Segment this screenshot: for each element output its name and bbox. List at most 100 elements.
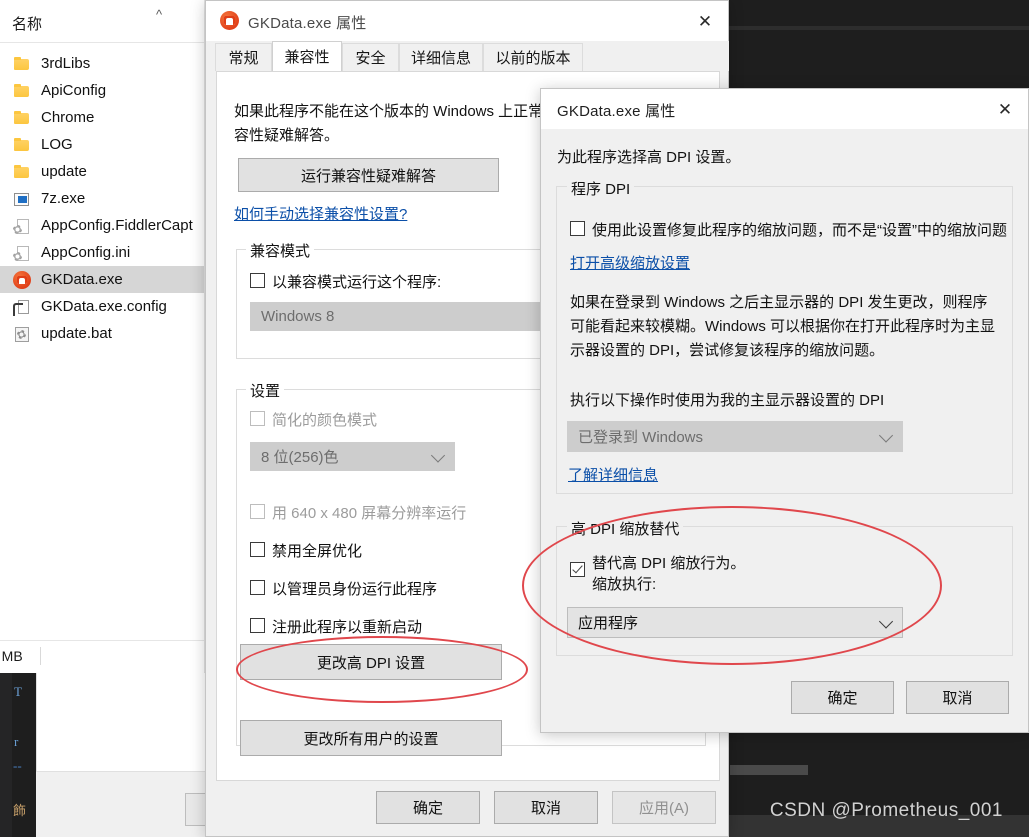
dpi-ok-button[interactable]: 确定 bbox=[791, 681, 894, 714]
register-restart-checkbox[interactable] bbox=[250, 618, 265, 633]
wrench-file-icon bbox=[13, 298, 31, 316]
program-dpi-legend: 程序 DPI bbox=[567, 178, 635, 199]
file-list-item[interactable]: GKData.exe.config bbox=[0, 293, 204, 320]
gkdata-app-icon bbox=[13, 270, 31, 289]
tab-general-label: 常规 bbox=[228, 50, 259, 67]
register-restart-label: 注册此程序以重新启动 bbox=[272, 619, 423, 636]
run-compat-mode-checkbox-row[interactable]: 以兼容模式运行这个程序: bbox=[250, 271, 441, 292]
properties-apply-label: 应用(A) bbox=[639, 800, 689, 817]
properties-cancel-button[interactable]: 取消 bbox=[494, 791, 598, 824]
run-compat-mode-label: 以兼容模式运行这个程序: bbox=[272, 274, 442, 291]
override-scaling-label-line1: 替代高 DPI 缩放行为。 bbox=[592, 555, 746, 572]
file-list-item[interactable]: AppConfig.ini bbox=[0, 239, 204, 266]
override-scaling-label-block: 替代高 DPI 缩放行为。 缩放执行: bbox=[592, 553, 745, 595]
gkdata-app-icon bbox=[220, 11, 239, 30]
properties-cancel-label: 取消 bbox=[530, 800, 561, 817]
file-list-item-label: GKData.exe.config bbox=[41, 298, 167, 315]
close-icon[interactable]: ✕ bbox=[682, 1, 728, 41]
properties-dialog-title: GKData.exe 属性 bbox=[248, 15, 367, 32]
folder-icon bbox=[13, 109, 31, 127]
file-list-item[interactable]: LOG bbox=[0, 131, 204, 158]
scaling-performed-by-select[interactable]: 应用程序 bbox=[567, 607, 903, 638]
run-640x480-row[interactable]: 用 640 x 480 屏幕分辨率运行 bbox=[250, 502, 466, 523]
dpi-desc-line1: 如果在登录到 Windows 之后主显示器的 DPI 发生更改，则程序 bbox=[570, 294, 988, 311]
run-troubleshooter-label: 运行兼容性疑难解答 bbox=[300, 167, 436, 185]
override-legend: 高 DPI 缩放替代 bbox=[567, 518, 684, 539]
color-depth-select[interactable]: 8 位(256)色 bbox=[250, 442, 455, 471]
override-scaling-checkbox[interactable] bbox=[570, 562, 585, 577]
background-dark-chunk bbox=[730, 765, 808, 775]
properties-apply-button[interactable]: 应用(A) bbox=[612, 791, 716, 824]
advanced-scaling-link[interactable]: 打开高级缩放设置 bbox=[570, 252, 690, 273]
file-list-item-label: AppConfig.ini bbox=[41, 244, 131, 261]
learn-more-link[interactable]: 了解详细信息 bbox=[568, 464, 658, 485]
primary-display-dpi-select[interactable]: 已登录到 Windows bbox=[567, 421, 903, 452]
change-dpi-settings-button[interactable]: 更改高 DPI 设置 bbox=[240, 644, 502, 680]
file-list-item-label: GKData.exe bbox=[41, 271, 123, 288]
batch-file-icon bbox=[13, 325, 31, 343]
file-list-item-label: 3rdLibs bbox=[41, 55, 91, 72]
file-list-item[interactable]: Chrome bbox=[0, 104, 204, 131]
chevron-up-icon[interactable]: ^ bbox=[156, 8, 162, 21]
chevron-down-icon bbox=[878, 613, 894, 629]
disable-fullscreen-opt-row[interactable]: 禁用全屏优化 bbox=[250, 540, 362, 561]
file-list-item[interactable]: GKData.exe bbox=[0, 266, 204, 293]
tab-previous-versions[interactable]: 以前的版本 bbox=[483, 43, 583, 71]
tab-compatibility[interactable]: 兼容性 bbox=[272, 41, 342, 71]
register-restart-row[interactable]: 注册此程序以重新启动 bbox=[250, 616, 422, 637]
high-dpi-settings-dialog: GKData.exe 属性 ✕ 为此程序选择高 DPI 设置。 程序 DPI 使… bbox=[540, 88, 1029, 733]
close-icon[interactable]: ✕ bbox=[982, 89, 1028, 129]
dpi-cancel-label: 取消 bbox=[942, 690, 973, 707]
properties-ok-button[interactable]: 确定 bbox=[376, 791, 480, 824]
change-all-users-settings-label: 更改所有用户的设置 bbox=[303, 730, 439, 748]
tab-details[interactable]: 详细信息 bbox=[399, 43, 483, 71]
screen: T r -- 飾 名称 ^ 3rdLibs ApiConfig Chrome LOG u… bbox=[0, 0, 1029, 837]
dpi-ok-label: 确定 bbox=[827, 690, 858, 707]
override-scaling-row[interactable]: 替代高 DPI 缩放行为。 缩放执行: bbox=[570, 553, 745, 595]
file-list-item[interactable]: update bbox=[0, 158, 204, 185]
file-list-item-label: 7z.exe bbox=[41, 190, 86, 207]
chevron-down-icon bbox=[878, 427, 894, 443]
tab-compatibility-label: 兼容性 bbox=[284, 49, 330, 66]
run-as-admin-row[interactable]: 以管理员身份运行此程序 bbox=[250, 578, 437, 599]
run-640x480-checkbox[interactable] bbox=[250, 504, 265, 519]
status-divider bbox=[40, 647, 41, 665]
run-compat-mode-checkbox[interactable] bbox=[250, 273, 265, 288]
rail-glyph-2: r bbox=[14, 734, 19, 749]
file-list-item-label: update bbox=[41, 163, 87, 180]
file-list-item[interactable]: AppConfig.FiddlerCapt bbox=[0, 212, 204, 239]
change-all-users-settings-button[interactable]: 更改所有用户的设置 bbox=[240, 720, 502, 756]
dpi-desc-line2: 可能看起来较模糊。Windows 可以根据你在打开此程序时为主显 bbox=[570, 318, 996, 335]
file-list-item[interactable]: update.bat bbox=[0, 320, 204, 347]
run-as-admin-checkbox[interactable] bbox=[250, 580, 265, 595]
file-list-item[interactable]: 3rdLibs bbox=[0, 50, 204, 77]
tab-general[interactable]: 常规 bbox=[215, 43, 272, 71]
scaling-performed-by-value: 应用程序 bbox=[578, 615, 639, 632]
run-640x480-label: 用 640 x 480 屏幕分辨率运行 bbox=[272, 505, 467, 522]
run-compatibility-troubleshooter-button[interactable]: 运行兼容性疑难解答 bbox=[238, 158, 499, 192]
reduced-color-mode-row[interactable]: 简化的颜色模式 bbox=[250, 409, 377, 430]
use-this-setting-checkbox[interactable] bbox=[570, 221, 585, 236]
override-scaling-label-line2: 缩放执行: bbox=[592, 576, 657, 593]
color-depth-value: 8 位(256)色 bbox=[261, 449, 339, 466]
properties-tabstrip: 常规 兼容性 安全 详细信息 以前的版本 bbox=[207, 41, 729, 71]
intro-text-line2: 容性疑难解答。 bbox=[234, 127, 340, 144]
tab-security-label: 安全 bbox=[355, 50, 386, 67]
rail-glyph-1: T bbox=[14, 684, 22, 699]
file-list-item-label: AppConfig.FiddlerCapt bbox=[41, 217, 193, 234]
disable-fullscreen-opt-checkbox[interactable] bbox=[250, 542, 265, 557]
file-list-item[interactable]: 7z.exe bbox=[0, 185, 204, 212]
watermark-text: CSDN @Prometheus_001 bbox=[769, 800, 1003, 821]
rail-glyph-4: 飾 bbox=[13, 803, 27, 818]
column-header-name[interactable]: 名称 bbox=[12, 13, 42, 34]
dpi-cancel-button[interactable]: 取消 bbox=[906, 681, 1009, 714]
dpi-dialog-titlebar: GKData.exe 属性 ✕ bbox=[541, 89, 1028, 129]
file-explorer-pane: 名称 ^ 3rdLibs ApiConfig Chrome LOG update 7z.e… bbox=[0, 0, 205, 673]
use-this-setting-row[interactable]: 使用此设置修复此程序的缩放问题，而不是“设置”中的缩放问题 bbox=[570, 219, 1007, 240]
tab-security[interactable]: 安全 bbox=[342, 43, 399, 71]
status-size-text: 4 MB bbox=[0, 648, 23, 664]
file-list-item[interactable]: ApiConfig bbox=[0, 77, 204, 104]
folder-icon bbox=[13, 136, 31, 154]
manual-compatibility-link[interactable]: 如何手动选择兼容性设置? bbox=[234, 203, 407, 224]
reduced-color-mode-checkbox[interactable] bbox=[250, 411, 265, 426]
